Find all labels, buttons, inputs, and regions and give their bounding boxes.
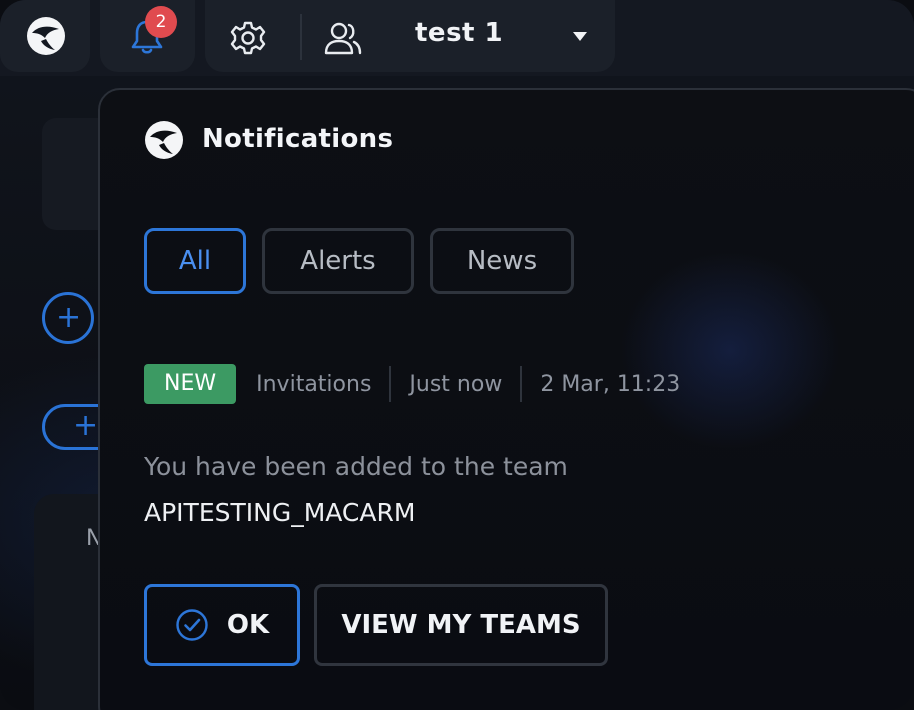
tab-alerts[interactable]: Alerts (262, 228, 414, 294)
add-circle-button[interactable]: + (42, 292, 94, 344)
panel-glow (620, 250, 840, 450)
users-icon[interactable] (322, 18, 364, 58)
meta-divider (389, 366, 392, 402)
notifications-panel: Notifications All Alerts News NEW Invita… (98, 88, 914, 710)
new-badge: NEW (144, 364, 237, 404)
app-logo-icon[interactable] (26, 16, 66, 56)
gear-icon[interactable] (228, 18, 268, 58)
view-my-teams-button[interactable]: VIEW MY TEAMS (314, 584, 608, 666)
panel-title: Notifications (202, 124, 394, 154)
ok-button[interactable]: OK (144, 584, 300, 666)
meta-divider (520, 366, 523, 402)
notification-timestamp: 2 Mar, 11:23 (540, 371, 681, 397)
tab-news[interactable]: News (430, 228, 574, 294)
toolbar-divider (300, 14, 302, 60)
view-my-teams-label: VIEW MY TEAMS (341, 610, 581, 640)
tab-all[interactable]: All (144, 228, 246, 294)
plus-icon: + (73, 408, 99, 443)
notification-meta: NEW Invitations Just now 2 Mar, 11:23 (144, 364, 680, 404)
team-selector-label[interactable]: test 1 (415, 18, 503, 48)
check-circle-icon (176, 609, 208, 641)
notification-relative-time: Just now (409, 371, 503, 397)
plus-icon: + (56, 300, 82, 335)
top-bar: 2 test 1 (0, 0, 914, 76)
notification-category: Invitations (256, 371, 372, 397)
app-window: 2 test 1 + + N Notifications All Alerts … (0, 0, 914, 710)
ok-button-label: OK (226, 610, 270, 640)
caret-down-icon[interactable] (570, 28, 590, 44)
notification-message: You have been added to the team (144, 452, 568, 481)
notification-count-badge: 2 (145, 6, 177, 38)
notification-team-name: APITESTING_MACARM (144, 498, 416, 527)
app-logo-icon (144, 120, 184, 160)
